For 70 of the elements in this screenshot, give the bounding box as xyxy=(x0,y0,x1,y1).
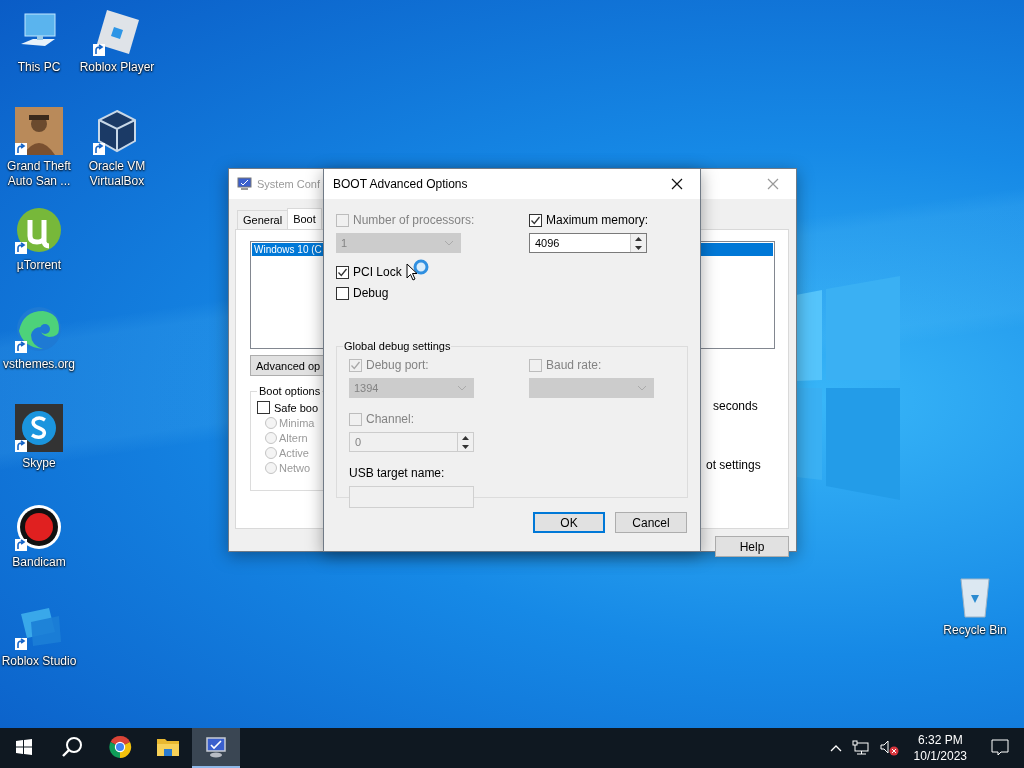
tab[interactable]: Boot xyxy=(287,208,322,229)
spin-up-button[interactable] xyxy=(631,234,646,243)
radio-label: Active xyxy=(279,447,309,459)
search-icon xyxy=(61,736,83,758)
checkbox[interactable] xyxy=(336,265,349,279)
message-icon xyxy=(991,739,1009,757)
timeout-unit: seconds xyxy=(712,399,759,413)
close-icon xyxy=(767,178,779,190)
windows-icon xyxy=(16,739,32,755)
caret-up-icon xyxy=(829,744,842,752)
desktop-icon-label[interactable]: This PC xyxy=(0,60,78,75)
monitor-check-icon xyxy=(237,177,252,191)
down-arrow-icon xyxy=(462,444,469,449)
down-arrow-icon xyxy=(635,245,642,250)
desktop-icon-label[interactable]: Oracle VM VirtualBox xyxy=(78,159,156,189)
dialog-button[interactable]: Cancel xyxy=(615,512,687,533)
window-title: System Conf xyxy=(257,178,320,190)
group-title: Boot options xyxy=(258,385,322,397)
wave-swirl-icon xyxy=(15,305,63,353)
record-icon xyxy=(15,503,63,551)
chevron-down-icon xyxy=(444,240,454,246)
desktop-icon-label[interactable]: Grand Theft Auto San ... xyxy=(0,159,78,189)
radio-label: Minima xyxy=(279,417,315,429)
help-button[interactable]: Help xyxy=(715,536,789,557)
up-arrow-icon xyxy=(462,435,469,440)
dialog-title: BOOT Advanced Options xyxy=(333,177,468,191)
checkbox-label: Channel: xyxy=(366,412,415,426)
monitor-check-icon xyxy=(204,735,228,759)
checkbox-label: Maximum memory: xyxy=(546,213,648,227)
desktop-icon-label[interactable]: Roblox Player xyxy=(78,60,156,75)
clock-date: 10/1/2023 xyxy=(913,748,967,764)
checkbox-label: PCI Lock xyxy=(353,265,402,279)
spin-down-button[interactable] xyxy=(631,243,646,252)
desktop-icon-label[interactable]: Recycle Bin xyxy=(936,623,1014,638)
memory-spinner[interactable]: 4096 xyxy=(529,233,647,253)
checkbox-label: Number of processors: xyxy=(353,213,475,227)
desktop-icon-label[interactable]: µTorrent xyxy=(0,258,78,273)
option-label: ot settings xyxy=(705,458,762,472)
desktop-icon-label[interactable]: Roblox Studio xyxy=(0,654,78,669)
chevron-down-icon xyxy=(457,385,467,391)
checkbox-label: Safe boo xyxy=(274,401,319,414)
checkbox-label: Baud rate: xyxy=(546,358,602,372)
group-title: Global debug settings xyxy=(343,340,452,352)
mouse-pointer-icon xyxy=(406,263,418,281)
chevron-down-icon xyxy=(637,385,647,391)
clock-time: 6:32 PM xyxy=(917,732,963,748)
checkbox[interactable] xyxy=(257,401,270,414)
desktop-icon-label[interactable]: Bandicam xyxy=(0,555,78,570)
desktop-icon-label[interactable]: vsthemes.org xyxy=(0,357,78,372)
network-icon xyxy=(851,740,870,756)
field-label: USB target name: xyxy=(349,466,446,480)
checkbox-label: Debug port: xyxy=(366,358,429,372)
folder-icon xyxy=(156,736,180,758)
taskbar-app-button[interactable] xyxy=(192,728,240,768)
checkbox-label: Debug xyxy=(353,286,389,300)
clock[interactable]: 6:32 PM 10/1/2023 xyxy=(904,732,976,764)
busy-indicator-icon xyxy=(413,259,429,275)
chat-bubble-icon xyxy=(15,404,63,452)
person-portrait-icon xyxy=(15,107,63,155)
radio-label: Altern xyxy=(279,432,308,444)
desktop-icon-label[interactable]: Skype xyxy=(0,456,78,471)
tab[interactable]: General xyxy=(237,210,289,229)
checkbox[interactable] xyxy=(336,286,349,300)
checkbox[interactable] xyxy=(529,213,542,227)
radio-label: Netwo xyxy=(279,462,311,474)
dialog-button[interactable]: OK xyxy=(533,512,605,533)
torrent-icon xyxy=(15,206,63,254)
browser-icon xyxy=(108,735,132,759)
close-icon xyxy=(671,178,683,190)
up-arrow-icon xyxy=(635,236,642,241)
